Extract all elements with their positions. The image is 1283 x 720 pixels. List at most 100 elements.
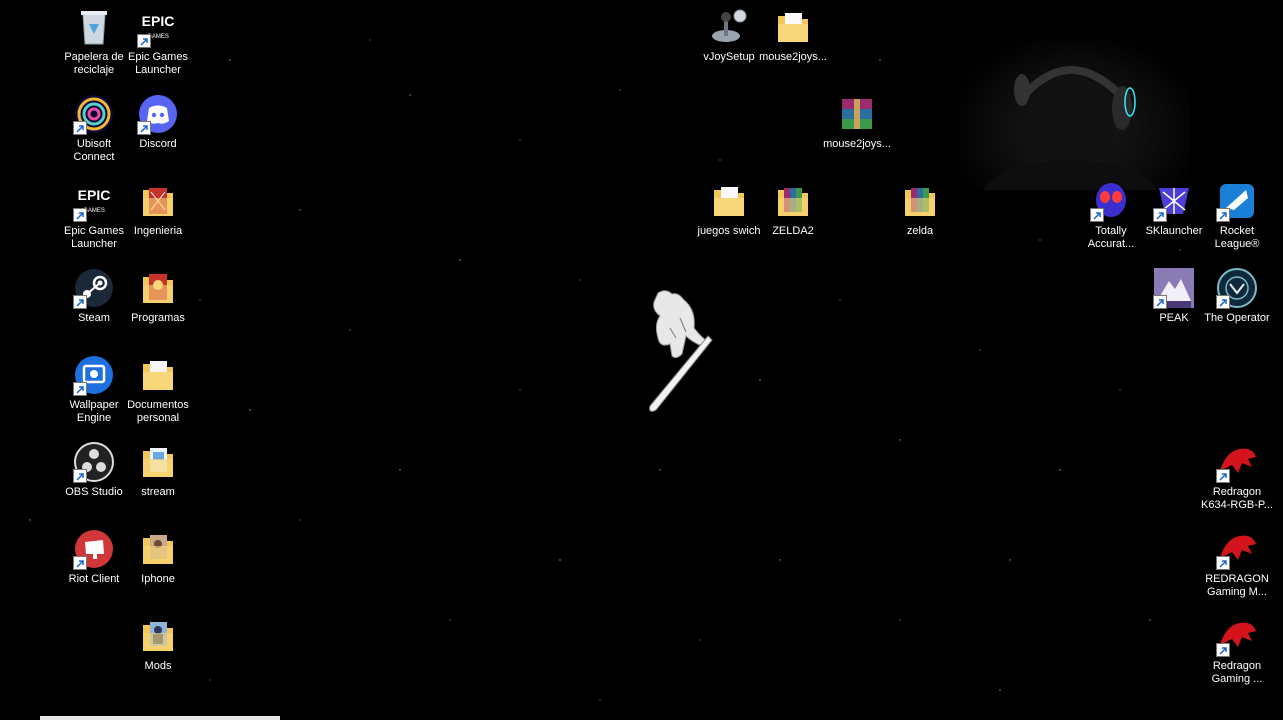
redragon-icon bbox=[1216, 615, 1258, 657]
wallpaper-engine-icon bbox=[73, 354, 115, 396]
desktop-icon-discord[interactable]: Discord bbox=[123, 93, 193, 151]
folder-label: mouse2joys... bbox=[759, 51, 827, 63]
folder-label: Mods bbox=[144, 660, 172, 672]
epic-games-icon: EPIC GAMES bbox=[137, 6, 179, 48]
shortcut-arrow-icon bbox=[73, 295, 87, 309]
epic-games-icon: EPIC GAMES bbox=[73, 180, 115, 222]
steam-label: Steam bbox=[78, 312, 110, 324]
folder-label: stream bbox=[141, 486, 175, 498]
steam-icon bbox=[73, 267, 115, 309]
shortcut-arrow-icon bbox=[1153, 208, 1167, 222]
obs-icon bbox=[73, 441, 115, 483]
ubisoft-icon bbox=[73, 93, 115, 135]
the-operator-icon bbox=[1216, 267, 1258, 309]
epic-games-label: Epic Games Launcher bbox=[128, 51, 188, 76]
desktop-icon-rocket-league[interactable]: Rocket League® bbox=[1202, 180, 1272, 251]
archive-label: mouse2joys... bbox=[823, 138, 891, 150]
desktop-icon-redragon-2[interactable]: REDRAGON Gaming M... bbox=[1202, 528, 1272, 599]
redragon-label: REDRAGON Gaming M... bbox=[1205, 573, 1269, 598]
vjoysetup-label: vJoySetup bbox=[703, 51, 755, 63]
folder-icon bbox=[137, 180, 179, 222]
folder-icon bbox=[772, 180, 814, 222]
folder-label: Documentos personal bbox=[127, 399, 189, 424]
shortcut-arrow-icon bbox=[1216, 469, 1230, 483]
desktop-folder-zelda2[interactable]: ZELDA2 bbox=[758, 180, 828, 238]
desktop-folder-programas[interactable]: Programas bbox=[123, 267, 193, 325]
sklauncher-label: SKlauncher bbox=[1145, 225, 1203, 237]
desktop-icon-totally-accurate[interactable]: Totally Accurat... bbox=[1076, 180, 1146, 251]
redragon-label: Redragon Gaming ... bbox=[1211, 660, 1263, 685]
desktop-folder-juegos-swich[interactable]: juegos swich bbox=[694, 180, 764, 238]
recycle-bin-icon bbox=[73, 6, 115, 48]
desktop-icon-vjoysetup[interactable]: vJoySetup bbox=[694, 6, 764, 64]
taskbar-edge bbox=[40, 716, 280, 720]
desktop-icon-ubisoft-connect[interactable]: Ubisoft Connect bbox=[59, 93, 129, 164]
wallpaper-engine-label: Wallpaper Engine bbox=[69, 399, 119, 424]
desktop-folder-mods[interactable]: Mods bbox=[123, 615, 193, 673]
svg-text:EPIC: EPIC bbox=[142, 13, 175, 29]
folder-icon bbox=[137, 615, 179, 657]
winrar-archive-icon bbox=[836, 93, 878, 135]
folder-label: Programas bbox=[131, 312, 185, 324]
desktop-icon-wallpaper-engine[interactable]: Wallpaper Engine bbox=[59, 354, 129, 425]
the-operator-label: The Operator bbox=[1204, 312, 1270, 324]
folder-icon bbox=[137, 354, 179, 396]
desktop-folder-iphone[interactable]: Iphone bbox=[123, 528, 193, 586]
desktop-icon-epic-games-1[interactable]: EPIC GAMES Epic Games Launcher bbox=[123, 6, 193, 77]
ubisoft-label: Ubisoft Connect bbox=[73, 138, 115, 163]
desktop-folder-mouse2joys[interactable]: mouse2joys... bbox=[758, 6, 828, 64]
desktop-folder-stream[interactable]: stream bbox=[123, 441, 193, 499]
peak-label: PEAK bbox=[1159, 312, 1189, 324]
discord-icon bbox=[137, 93, 179, 135]
recycle-bin-label: Papelera de reciclaje bbox=[64, 51, 124, 76]
rocket-league-icon bbox=[1216, 180, 1258, 222]
shortcut-arrow-icon bbox=[1090, 208, 1104, 222]
redragon-icon bbox=[1216, 441, 1258, 483]
sklauncher-icon bbox=[1153, 180, 1195, 222]
desktop-icon-epic-games-2[interactable]: EPIC GAMES Epic Games Launcher bbox=[59, 180, 129, 251]
desktop-archive-mouse2joys[interactable]: mouse2joys... bbox=[822, 93, 892, 151]
shortcut-arrow-icon bbox=[73, 121, 87, 135]
rocket-league-label: Rocket League® bbox=[1214, 225, 1260, 250]
shortcut-arrow-icon bbox=[73, 382, 87, 396]
redragon-label: Redragon K634-RGB-P... bbox=[1201, 486, 1273, 511]
discord-label: Discord bbox=[139, 138, 177, 150]
folder-icon bbox=[137, 441, 179, 483]
desktop-icon-redragon-3[interactable]: Redragon Gaming ... bbox=[1202, 615, 1272, 686]
desktop-icon-riot-client[interactable]: Riot Client bbox=[59, 528, 129, 586]
shortcut-arrow-icon bbox=[137, 34, 151, 48]
peak-icon bbox=[1153, 267, 1195, 309]
folder-icon bbox=[772, 6, 814, 48]
shortcut-arrow-icon bbox=[73, 208, 87, 222]
desktop-folder-zelda[interactable]: zelda bbox=[885, 180, 955, 238]
desktop-folder-documentos-personal[interactable]: Documentos personal bbox=[123, 354, 193, 425]
epic-games-label: Epic Games Launcher bbox=[64, 225, 124, 250]
desktop-icon-peak[interactable]: PEAK bbox=[1139, 267, 1209, 325]
shortcut-arrow-icon bbox=[73, 556, 87, 570]
folder-label: Ingenieria bbox=[133, 225, 183, 237]
shortcut-arrow-icon bbox=[1153, 295, 1167, 309]
folder-label: juegos swich bbox=[697, 225, 761, 237]
redragon-icon bbox=[1216, 528, 1258, 570]
desktop-folder-ingenieria[interactable]: Ingenieria bbox=[123, 180, 193, 238]
folder-icon bbox=[137, 267, 179, 309]
folder-icon bbox=[899, 180, 941, 222]
desktop-icon-obs-studio[interactable]: OBS Studio bbox=[59, 441, 129, 499]
desktop-icon-sklauncher[interactable]: SKlauncher bbox=[1139, 180, 1209, 238]
streamer-headset-silhouette bbox=[980, 66, 1160, 240]
desktop-icon-the-operator[interactable]: The Operator bbox=[1202, 267, 1272, 325]
obs-label: OBS Studio bbox=[65, 486, 123, 498]
webcam-overlay bbox=[960, 40, 1190, 240]
folder-label: ZELDA2 bbox=[772, 225, 814, 237]
desktop-icon-redragon-1[interactable]: Redragon K634-RGB-P... bbox=[1201, 441, 1273, 512]
shortcut-arrow-icon bbox=[73, 469, 87, 483]
shortcut-arrow-icon bbox=[137, 121, 151, 135]
recycle-bin[interactable]: Papelera de reciclaje bbox=[59, 6, 129, 77]
folder-label: zelda bbox=[906, 225, 934, 237]
folder-icon bbox=[708, 180, 750, 222]
joystick-icon bbox=[708, 6, 750, 48]
shortcut-arrow-icon bbox=[1216, 643, 1230, 657]
shortcut-arrow-icon bbox=[1216, 556, 1230, 570]
svg-text:EPIC: EPIC bbox=[78, 187, 111, 203]
desktop-icon-steam[interactable]: Steam bbox=[59, 267, 129, 325]
